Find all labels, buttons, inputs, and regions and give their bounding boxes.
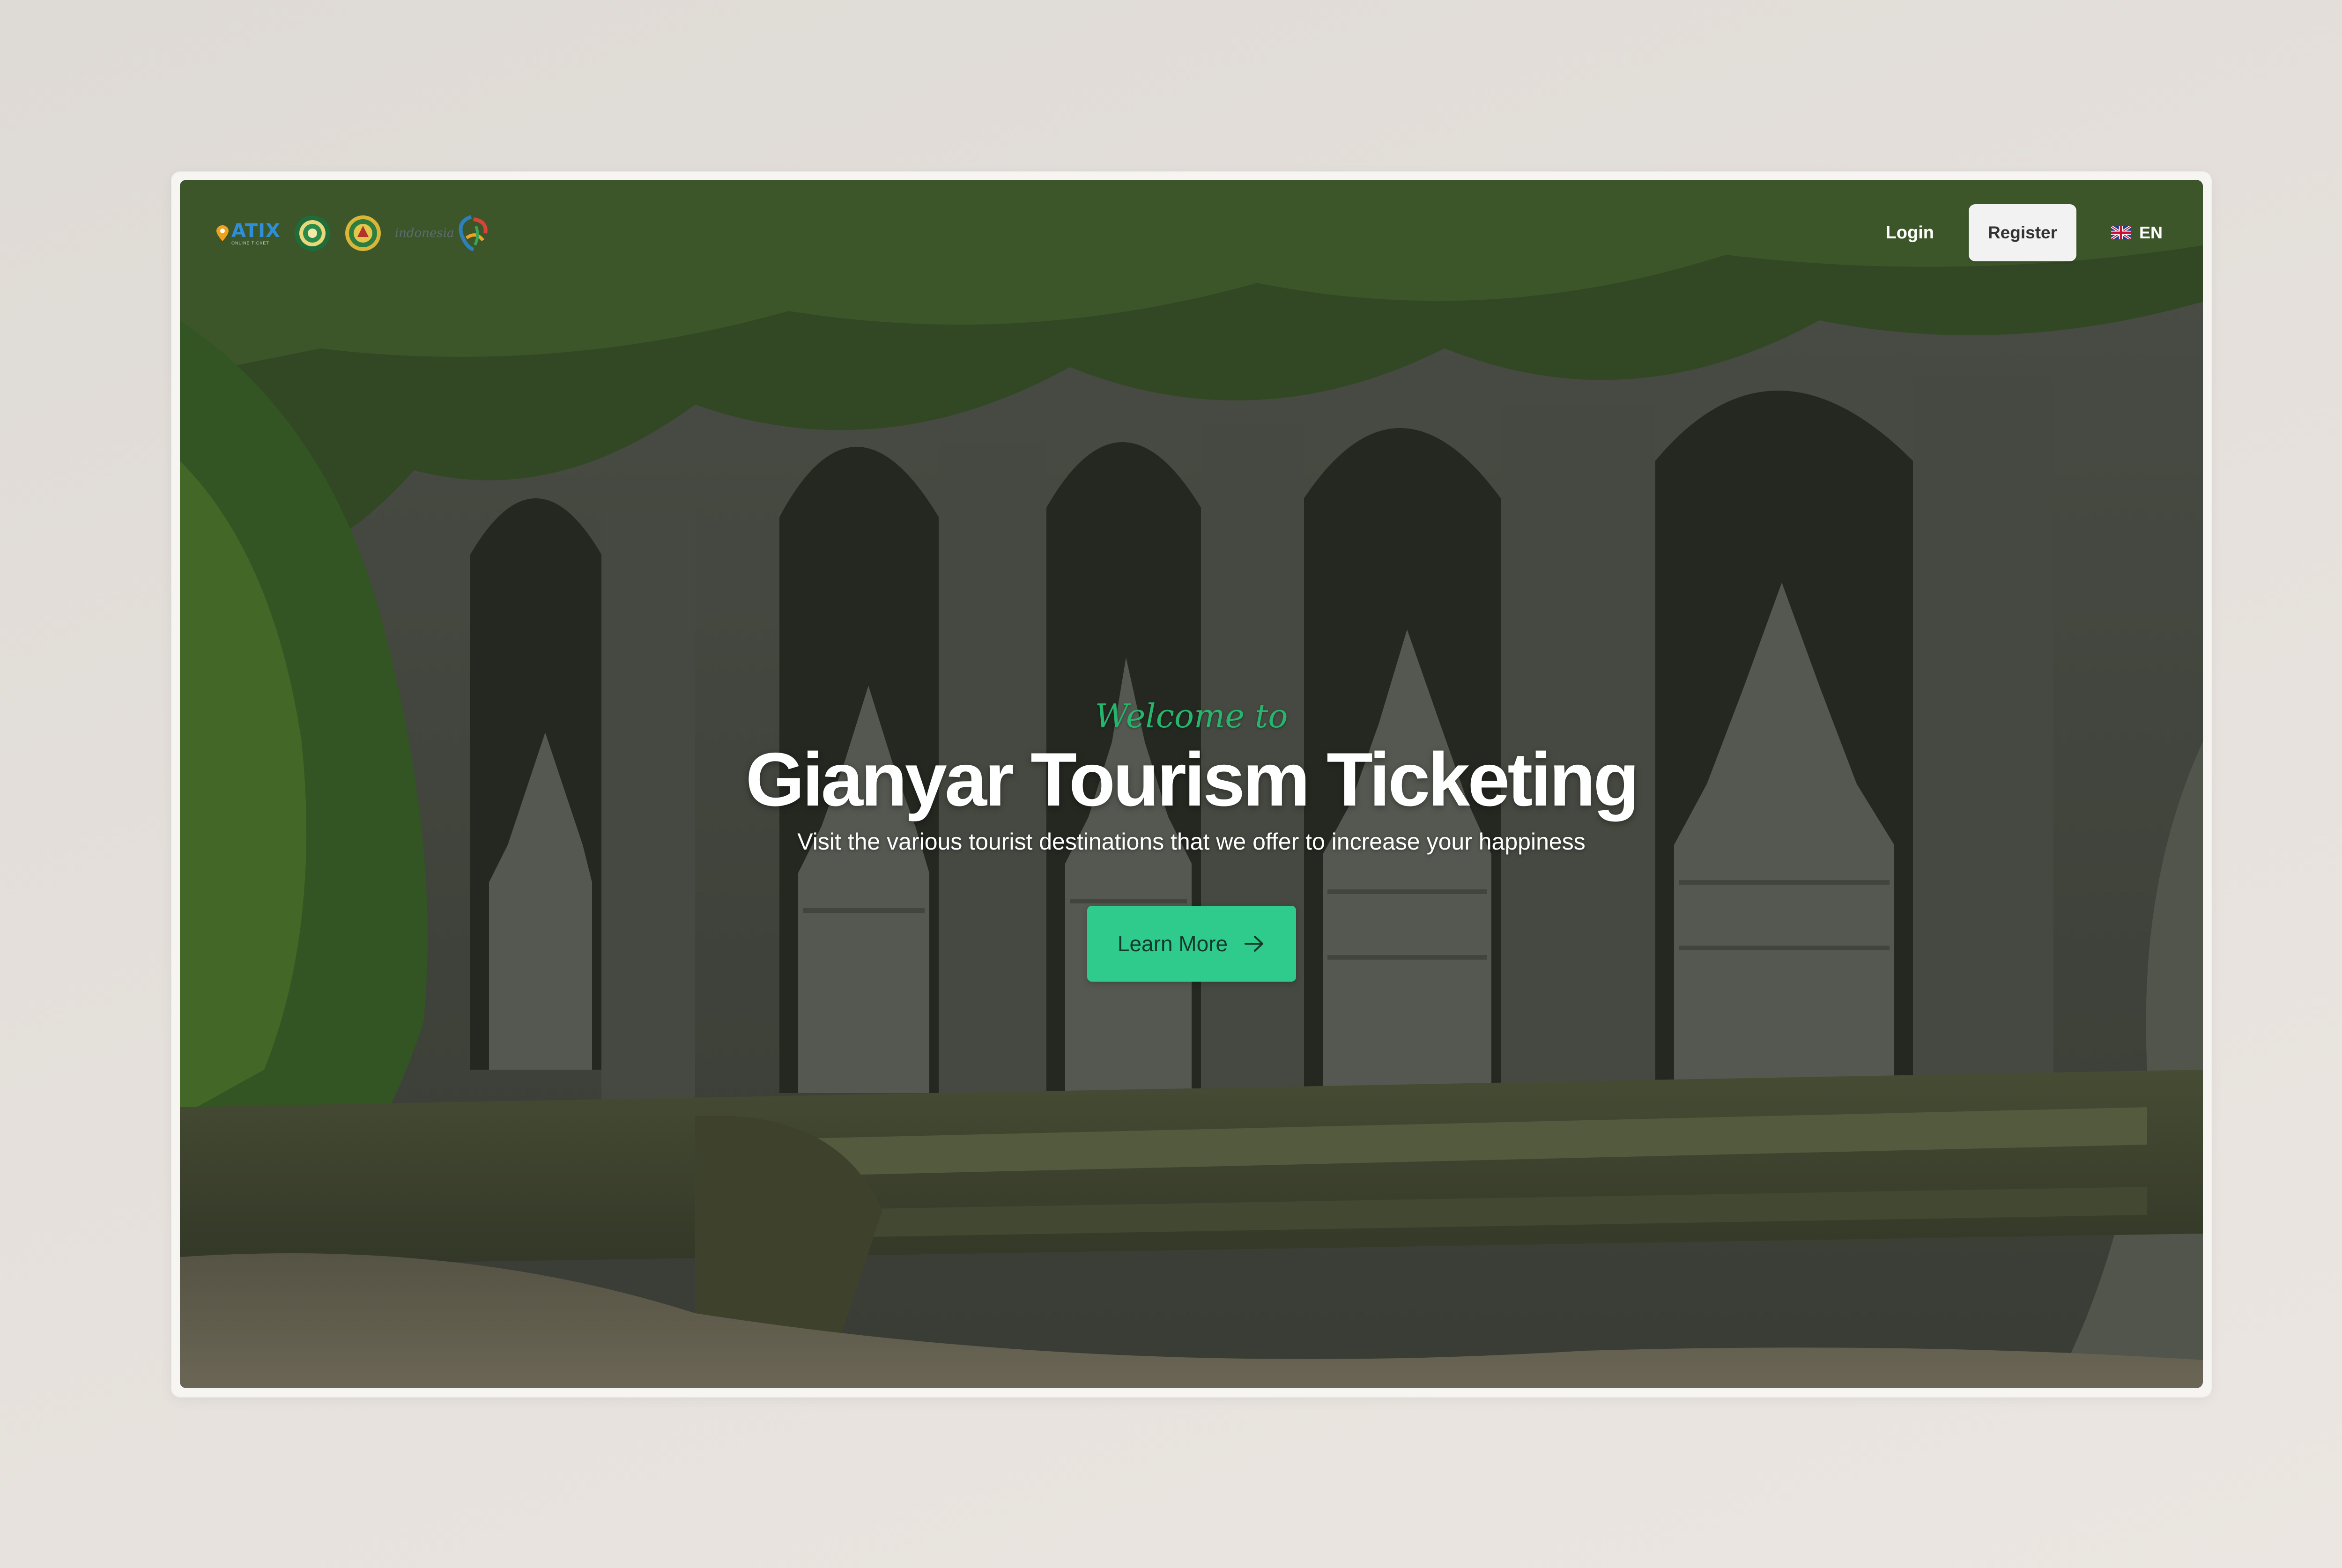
atix-brand-text: ATIX [231,220,281,242]
wonderful-indonesia-logo: indonesia [395,212,495,254]
language-selector[interactable]: EN [2111,223,2163,243]
wonderful-indonesia-icon [459,215,488,251]
login-link[interactable]: Login [1886,223,1934,243]
atix-tagline: ONLINE TICKET [231,240,269,245]
learn-more-label: Learn More [1117,932,1228,956]
language-code: EN [2139,223,2163,242]
learn-more-button[interactable]: Learn More [1087,906,1296,982]
indonesia-text: indonesia [394,226,454,240]
uk-flag-icon [2111,226,2131,239]
navbar: ATIX ONLINE TICKET indonesia Login Regis… [180,180,2203,288]
page-title: Gianyar Tourism Ticketing [745,737,1640,822]
gianyar-seal-logo [294,215,330,251]
partner-logos: ATIX ONLINE TICKET indonesia [216,210,495,257]
atix-logo[interactable]: ATIX ONLINE TICKET [216,217,281,250]
hero-section: Welcome to Gianyar Tourism Ticketing Vis… [180,700,2203,982]
bali-seal-logo [345,215,381,251]
landing-page: ATIX ONLINE TICKET indonesia Login Regis… [180,180,2203,1388]
register-button[interactable]: Register [1968,204,2076,261]
nav-actions: Login Register EN [1886,204,2163,261]
map-pin-icon [216,225,229,241]
welcome-text: Welcome to [1095,697,1288,735]
arrow-right-icon [1245,936,1264,952]
hero-subtitle: Visit the various tourist destinations t… [797,828,1586,855]
